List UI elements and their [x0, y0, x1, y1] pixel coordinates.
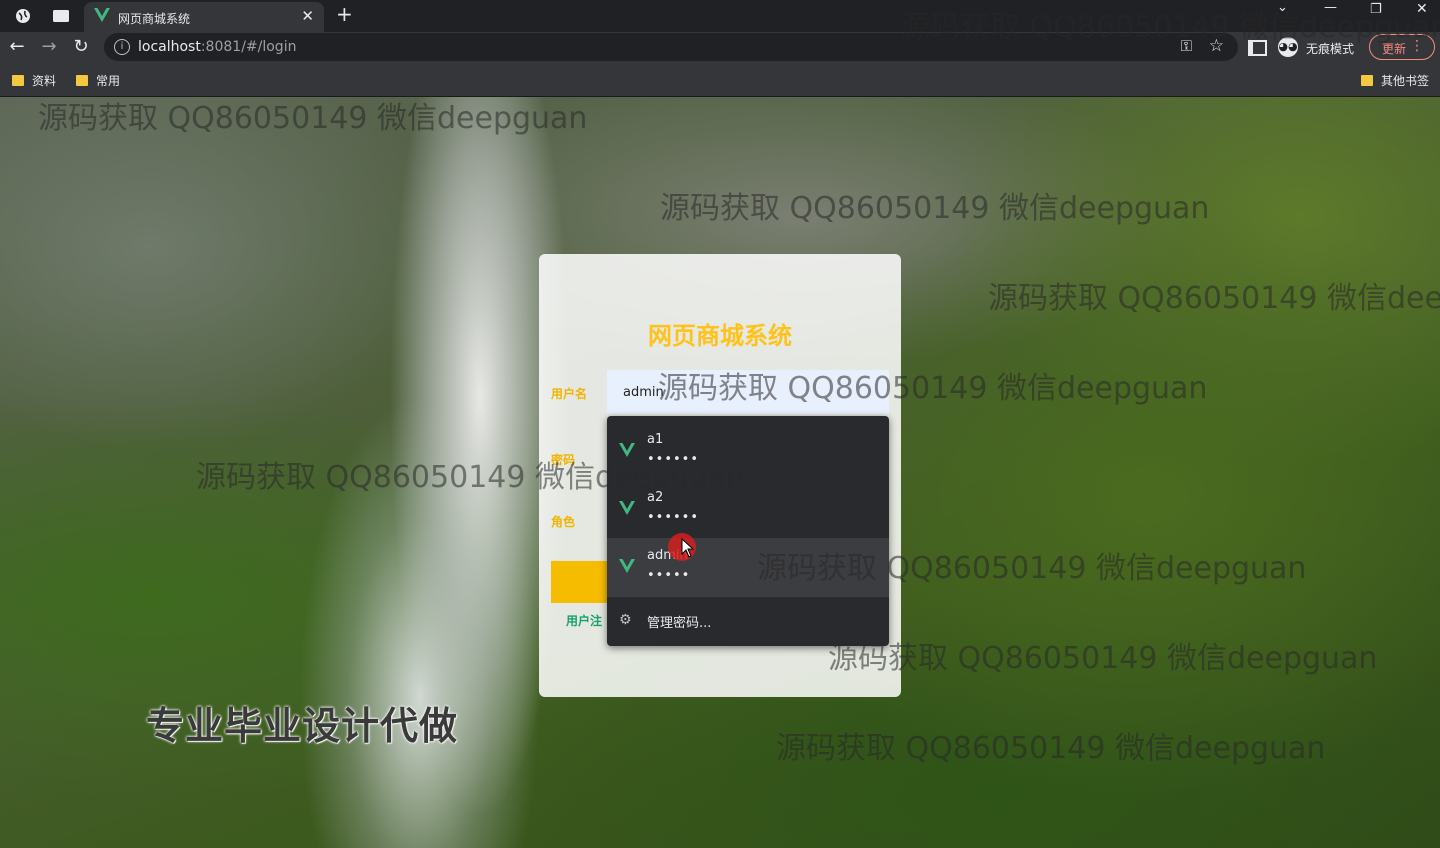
- role-label: 角色: [551, 515, 576, 529]
- bookmark-folder-other[interactable]: 其他书签: [1361, 72, 1429, 89]
- divider: [607, 596, 889, 597]
- promo-text: 专业毕业设计代做: [146, 704, 459, 748]
- bookmark-folder-changyong[interactable]: 常用: [76, 72, 120, 89]
- vue-logo-icon: [619, 559, 635, 573]
- tab-search-icon[interactable]: [50, 5, 72, 27]
- gear-icon: ⚙: [619, 612, 632, 628]
- folder-icon: [12, 75, 24, 86]
- register-link[interactable]: 用户注: [566, 612, 602, 629]
- watermark: 源码获取 QQ86050149 微信deepguan: [776, 731, 1326, 766]
- watermark: 源码获取 QQ86050149 微信deepguan: [658, 371, 1208, 406]
- site-info-icon[interactable]: i: [114, 39, 130, 55]
- folder-icon: [1361, 75, 1373, 86]
- watermark: 源码获取 QQ86050149 微信deepguan: [900, 10, 1440, 45]
- username-label: 用户名: [551, 387, 588, 401]
- login-title: 网页商城系统: [648, 322, 792, 350]
- watermark: 源码获取 QQ86050149 微信deepguan: [828, 641, 1378, 676]
- manage-passwords-link[interactable]: 管理密码...: [647, 612, 711, 631]
- login-button[interactable]: [551, 561, 611, 603]
- watermark: 源码获取 QQ86050149 微信deepguan: [196, 460, 746, 495]
- password-autofill-dropdown: a1 •••••• a2 •••••• admin ••••• ⚙ 管理密码..…: [607, 416, 889, 646]
- globe-icon[interactable]: [12, 5, 34, 27]
- tab-close-icon[interactable]: ✕: [301, 7, 314, 25]
- watermark: 源码获取 QQ86050149 微信deepguan: [660, 191, 1210, 226]
- vue-logo-icon: [94, 8, 110, 22]
- reload-icon[interactable]: ↻: [69, 36, 93, 57]
- watermark: 源码获取 QQ86050149 微信deepguan: [988, 281, 1440, 316]
- watermark: 源码获取 QQ86050149 微信deepguan: [38, 101, 588, 136]
- vue-logo-icon: [619, 501, 635, 515]
- forward-icon[interactable]: →: [37, 36, 61, 57]
- tab-title: 网页商城系统: [118, 12, 191, 26]
- folder-icon: [76, 75, 88, 86]
- new-tab-button[interactable]: +: [336, 2, 353, 26]
- mouse-cursor-icon: [681, 538, 695, 558]
- back-icon[interactable]: ←: [5, 36, 29, 57]
- url-text[interactable]: localhost:8081/#/login: [138, 39, 296, 55]
- watermark: 源码获取 QQ86050149 微信deepguan: [757, 551, 1307, 586]
- bookmark-folder-ziliao[interactable]: 资料: [12, 72, 56, 89]
- tab-active[interactable]: 网页商城系统 ✕: [84, 2, 324, 32]
